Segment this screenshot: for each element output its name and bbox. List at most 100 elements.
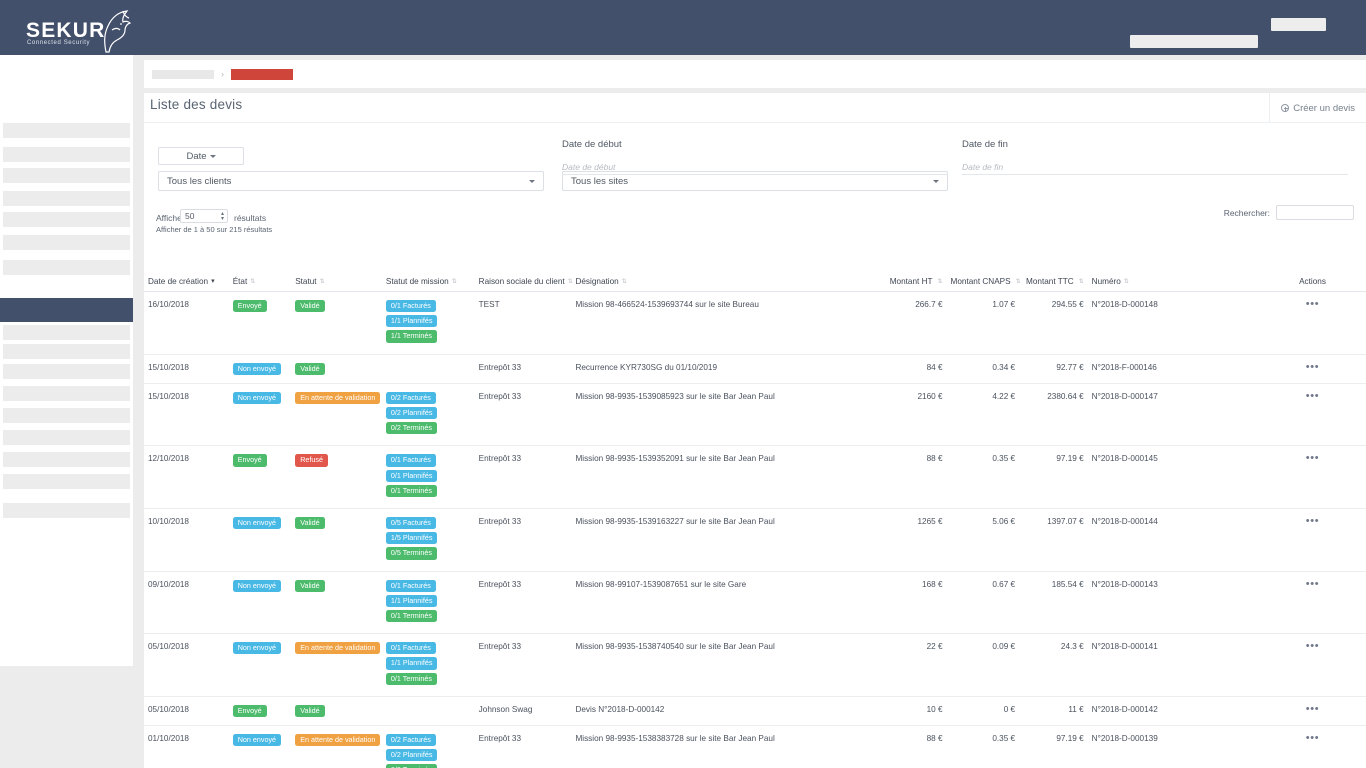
status-badge: Non envoyé (233, 363, 281, 375)
status-badge: En attente de validation (295, 392, 380, 404)
table-row[interactable]: 09/10/2018Non envoyéValidé0/1 Facturés1/… (144, 571, 1366, 634)
clients-select[interactable]: Tous les clients (158, 171, 544, 191)
col-label: Raison sociale du client (479, 277, 565, 286)
row-montant-cnaps: 0.67 € (992, 580, 1015, 589)
row-actions-menu-button[interactable]: ••• (1306, 734, 1320, 742)
sidebar (0, 55, 133, 666)
cell-etat: Envoyé (229, 446, 292, 509)
table-row[interactable]: 15/10/2018Non envoyéEn attente de valida… (144, 383, 1366, 446)
cell-montant-ttc: 97.19 € (1019, 726, 1088, 768)
row-actions-menu-button[interactable]: ••• (1306, 363, 1320, 371)
mission-badge-group: 0/1 Facturés1/1 Plannifés0/1 Terminés (386, 642, 471, 688)
cell-date: 12/10/2018 (144, 446, 229, 509)
sidebar-item-4[interactable] (3, 191, 130, 206)
row-actions-menu-button[interactable]: ••• (1306, 454, 1320, 462)
date-debut-input[interactable] (562, 160, 948, 175)
cell-numero: N°2018-D-000145 (1088, 446, 1259, 509)
brand-logo[interactable]: SEKUR Connected Security (22, 8, 137, 50)
col-montant-ht[interactable]: Montant HT⇅ (874, 273, 947, 292)
row-actions-menu-button[interactable]: ••• (1306, 392, 1320, 400)
sidebar-item-15[interactable] (3, 452, 130, 467)
cell-montant-ttc: 1397.07 € (1019, 509, 1088, 572)
sort-icon: ⇅ (452, 279, 459, 285)
cell-etat: Non envoyé (229, 354, 292, 383)
table-row[interactable]: 16/10/2018EnvoyéValidé0/1 Facturés1/1 Pl… (144, 292, 1366, 355)
col-statut[interactable]: Statut⇅ (291, 273, 382, 292)
col-label: Numéro (1092, 277, 1121, 286)
cell-numero: N°2018-F-000146 (1088, 354, 1259, 383)
date-filter-button[interactable]: Date (158, 147, 244, 165)
col-date-creation[interactable]: Date de création▾ (144, 273, 229, 292)
col-montant-ttc[interactable]: Montant TTC⇅ (1019, 273, 1088, 292)
row-montant-ttc: 294.55 € (1052, 300, 1084, 309)
cell-statut-mission (382, 354, 475, 383)
mission-badge-group: 0/5 Facturés1/5 Plannifés0/5 Terminés (386, 517, 471, 563)
col-montant-cnaps[interactable]: Montant CNAPS⇅ (947, 273, 1020, 292)
row-montant-ht: 10 € (927, 705, 943, 714)
table-row[interactable]: 15/10/2018Non envoyéValidéEntrepôt 33Rec… (144, 354, 1366, 383)
sidebar-item-active-devis[interactable] (0, 298, 133, 322)
col-label: Montant HT (890, 277, 933, 286)
create-devis-button[interactable]: Créer un devis (1269, 93, 1366, 123)
table-row[interactable]: 05/10/2018EnvoyéValidéJohnson SwagDevis … (144, 696, 1366, 725)
sidebar-item-1[interactable] (3, 123, 130, 138)
sidebar-item-6[interactable] (3, 235, 130, 250)
topbar-placeholder-account[interactable] (1271, 18, 1326, 31)
sidebar-item-14[interactable] (3, 430, 130, 445)
sort-icon: ⇅ (320, 279, 327, 285)
row-numero: N°2018-D-000147 (1092, 392, 1158, 401)
sidebar-item-12[interactable] (3, 386, 130, 401)
row-actions-menu-button[interactable]: ••• (1306, 705, 1320, 713)
row-designation: Mission 98-466524-1539693744 sur le site… (575, 300, 758, 309)
sidebar-item-17[interactable] (3, 503, 130, 518)
cell-date: 09/10/2018 (144, 571, 229, 634)
table-row[interactable]: 10/10/2018Non envoyéValidé0/5 Facturés1/… (144, 509, 1366, 572)
row-actions-menu-button[interactable]: ••• (1306, 642, 1320, 650)
cell-statut: En attente de validation (291, 634, 382, 697)
date-fin-input[interactable] (962, 160, 1348, 175)
search-input[interactable] (1276, 205, 1354, 220)
cell-client: Entrepôt 33 (475, 383, 572, 446)
sidebar-item-10[interactable] (3, 344, 130, 359)
mission-badge: 0/1 Plannifés (386, 470, 438, 482)
sidebar-item-7[interactable] (3, 260, 130, 275)
chevron-down-icon (933, 180, 939, 183)
row-actions-menu-button[interactable]: ••• (1306, 580, 1320, 588)
row-actions-menu-button[interactable]: ••• (1306, 517, 1320, 525)
cell-montant-ttc: 11 € (1019, 696, 1088, 725)
col-statut-mission[interactable]: Statut de mission⇅ (382, 273, 475, 292)
cell-actions: ••• (1259, 726, 1366, 768)
sidebar-item-13[interactable] (3, 408, 130, 423)
col-label: Montant CNAPS (951, 277, 1011, 286)
sidebar-item-2[interactable] (3, 147, 130, 162)
col-raison-sociale[interactable]: Raison sociale du client⇅ (475, 273, 572, 292)
table-row[interactable]: 12/10/2018EnvoyéRefusé0/1 Facturés0/1 Pl… (144, 446, 1366, 509)
table-row[interactable]: 05/10/2018Non envoyéEn attente de valida… (144, 634, 1366, 697)
status-badge: Non envoyé (233, 734, 281, 746)
sidebar-item-16[interactable] (3, 474, 130, 489)
row-actions-menu-button[interactable]: ••• (1306, 300, 1320, 308)
col-etat[interactable]: État⇅ (229, 273, 292, 292)
sidebar-item-5[interactable] (3, 212, 130, 227)
page-size-stepper[interactable]: 50 ▴▾ (180, 209, 228, 223)
sort-desc-icon: ▾ (211, 279, 218, 285)
status-badge: Validé (295, 363, 324, 375)
cell-statut: Validé (291, 292, 382, 355)
row-montant-ttc: 185.54 € (1052, 580, 1084, 589)
row-client: Johnson Swag (479, 705, 533, 714)
mission-badge: 1/1 Terminés (386, 330, 437, 342)
row-designation: Devis N°2018-D-000142 (575, 705, 664, 714)
row-montant-ttc: 97.19 € (1056, 734, 1083, 743)
sidebar-item-3[interactable] (3, 168, 130, 183)
col-label: État (233, 277, 248, 286)
topbar-placeholder-menu[interactable] (1130, 35, 1258, 48)
col-designation[interactable]: Désignation⇅ (571, 273, 873, 292)
sidebar-item-9[interactable] (3, 325, 130, 340)
col-numero[interactable]: Numéro⇅ (1088, 273, 1259, 292)
cell-montant-ttc: 92.77 € (1019, 354, 1088, 383)
sidebar-item-11[interactable] (3, 364, 130, 379)
status-badge: Non envoyé (233, 580, 281, 592)
cell-client: Entrepôt 33 (475, 354, 572, 383)
breadcrumb-parent[interactable] (152, 70, 214, 79)
table-row[interactable]: 01/10/2018Non envoyéEn attente de valida… (144, 726, 1366, 768)
